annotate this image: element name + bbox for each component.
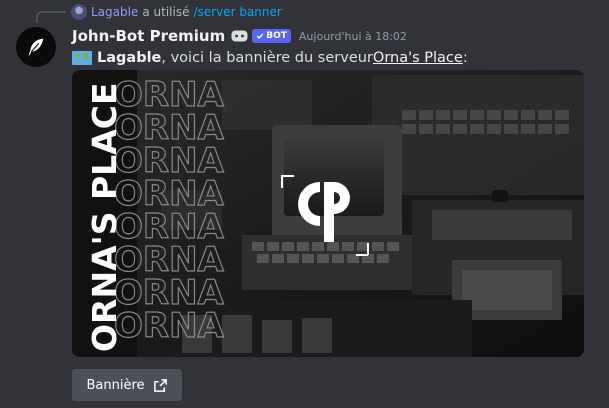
reply-action-text: a utilisé (142, 5, 190, 19)
message-timestamp[interactable]: Aujourd'hui à 18:02 (299, 30, 407, 43)
controller-icon (230, 29, 248, 43)
banner-repeat-word: ORNA (114, 306, 225, 346)
reply-connector (36, 11, 66, 23)
external-link-icon (153, 378, 167, 392)
message-text: , voici la bannière du serveur (161, 50, 373, 66)
message-header: John-Bot Premium BOT Aujourd'hui à 18:02 (72, 26, 407, 46)
bot-badge: BOT (252, 29, 291, 43)
reply-command[interactable]: /server banner (193, 5, 281, 19)
message-text-end: : (462, 50, 468, 66)
bot-avatar[interactable] (16, 27, 56, 67)
banner-link-button[interactable]: Bannière (72, 369, 182, 401)
message-content: Lagable , voici la bannière du serveur O… (72, 47, 468, 69)
mentioned-user: Lagable (97, 50, 162, 66)
server-name-link[interactable]: Orna's Place (373, 50, 463, 66)
world-map-emoji-icon (72, 50, 92, 66)
reply-user-avatar[interactable] (71, 4, 87, 20)
reply-username[interactable]: Lagable (91, 5, 138, 19)
bot-badge-label: BOT (266, 31, 287, 41)
server-banner-image[interactable]: ORNA ORNA ORNA ORNA ORNA ORNA ORNA ORNA … (72, 70, 584, 357)
banner-link-button-label: Bannière (86, 377, 145, 393)
checkmark-icon (256, 33, 264, 40)
reply-context[interactable]: Lagable a utilisé /server banner (71, 3, 282, 21)
banner-vertical-title: ORNA'S PLACE (85, 83, 124, 353)
feather-icon (28, 38, 44, 56)
author-username[interactable]: John-Bot Premium (72, 27, 225, 45)
